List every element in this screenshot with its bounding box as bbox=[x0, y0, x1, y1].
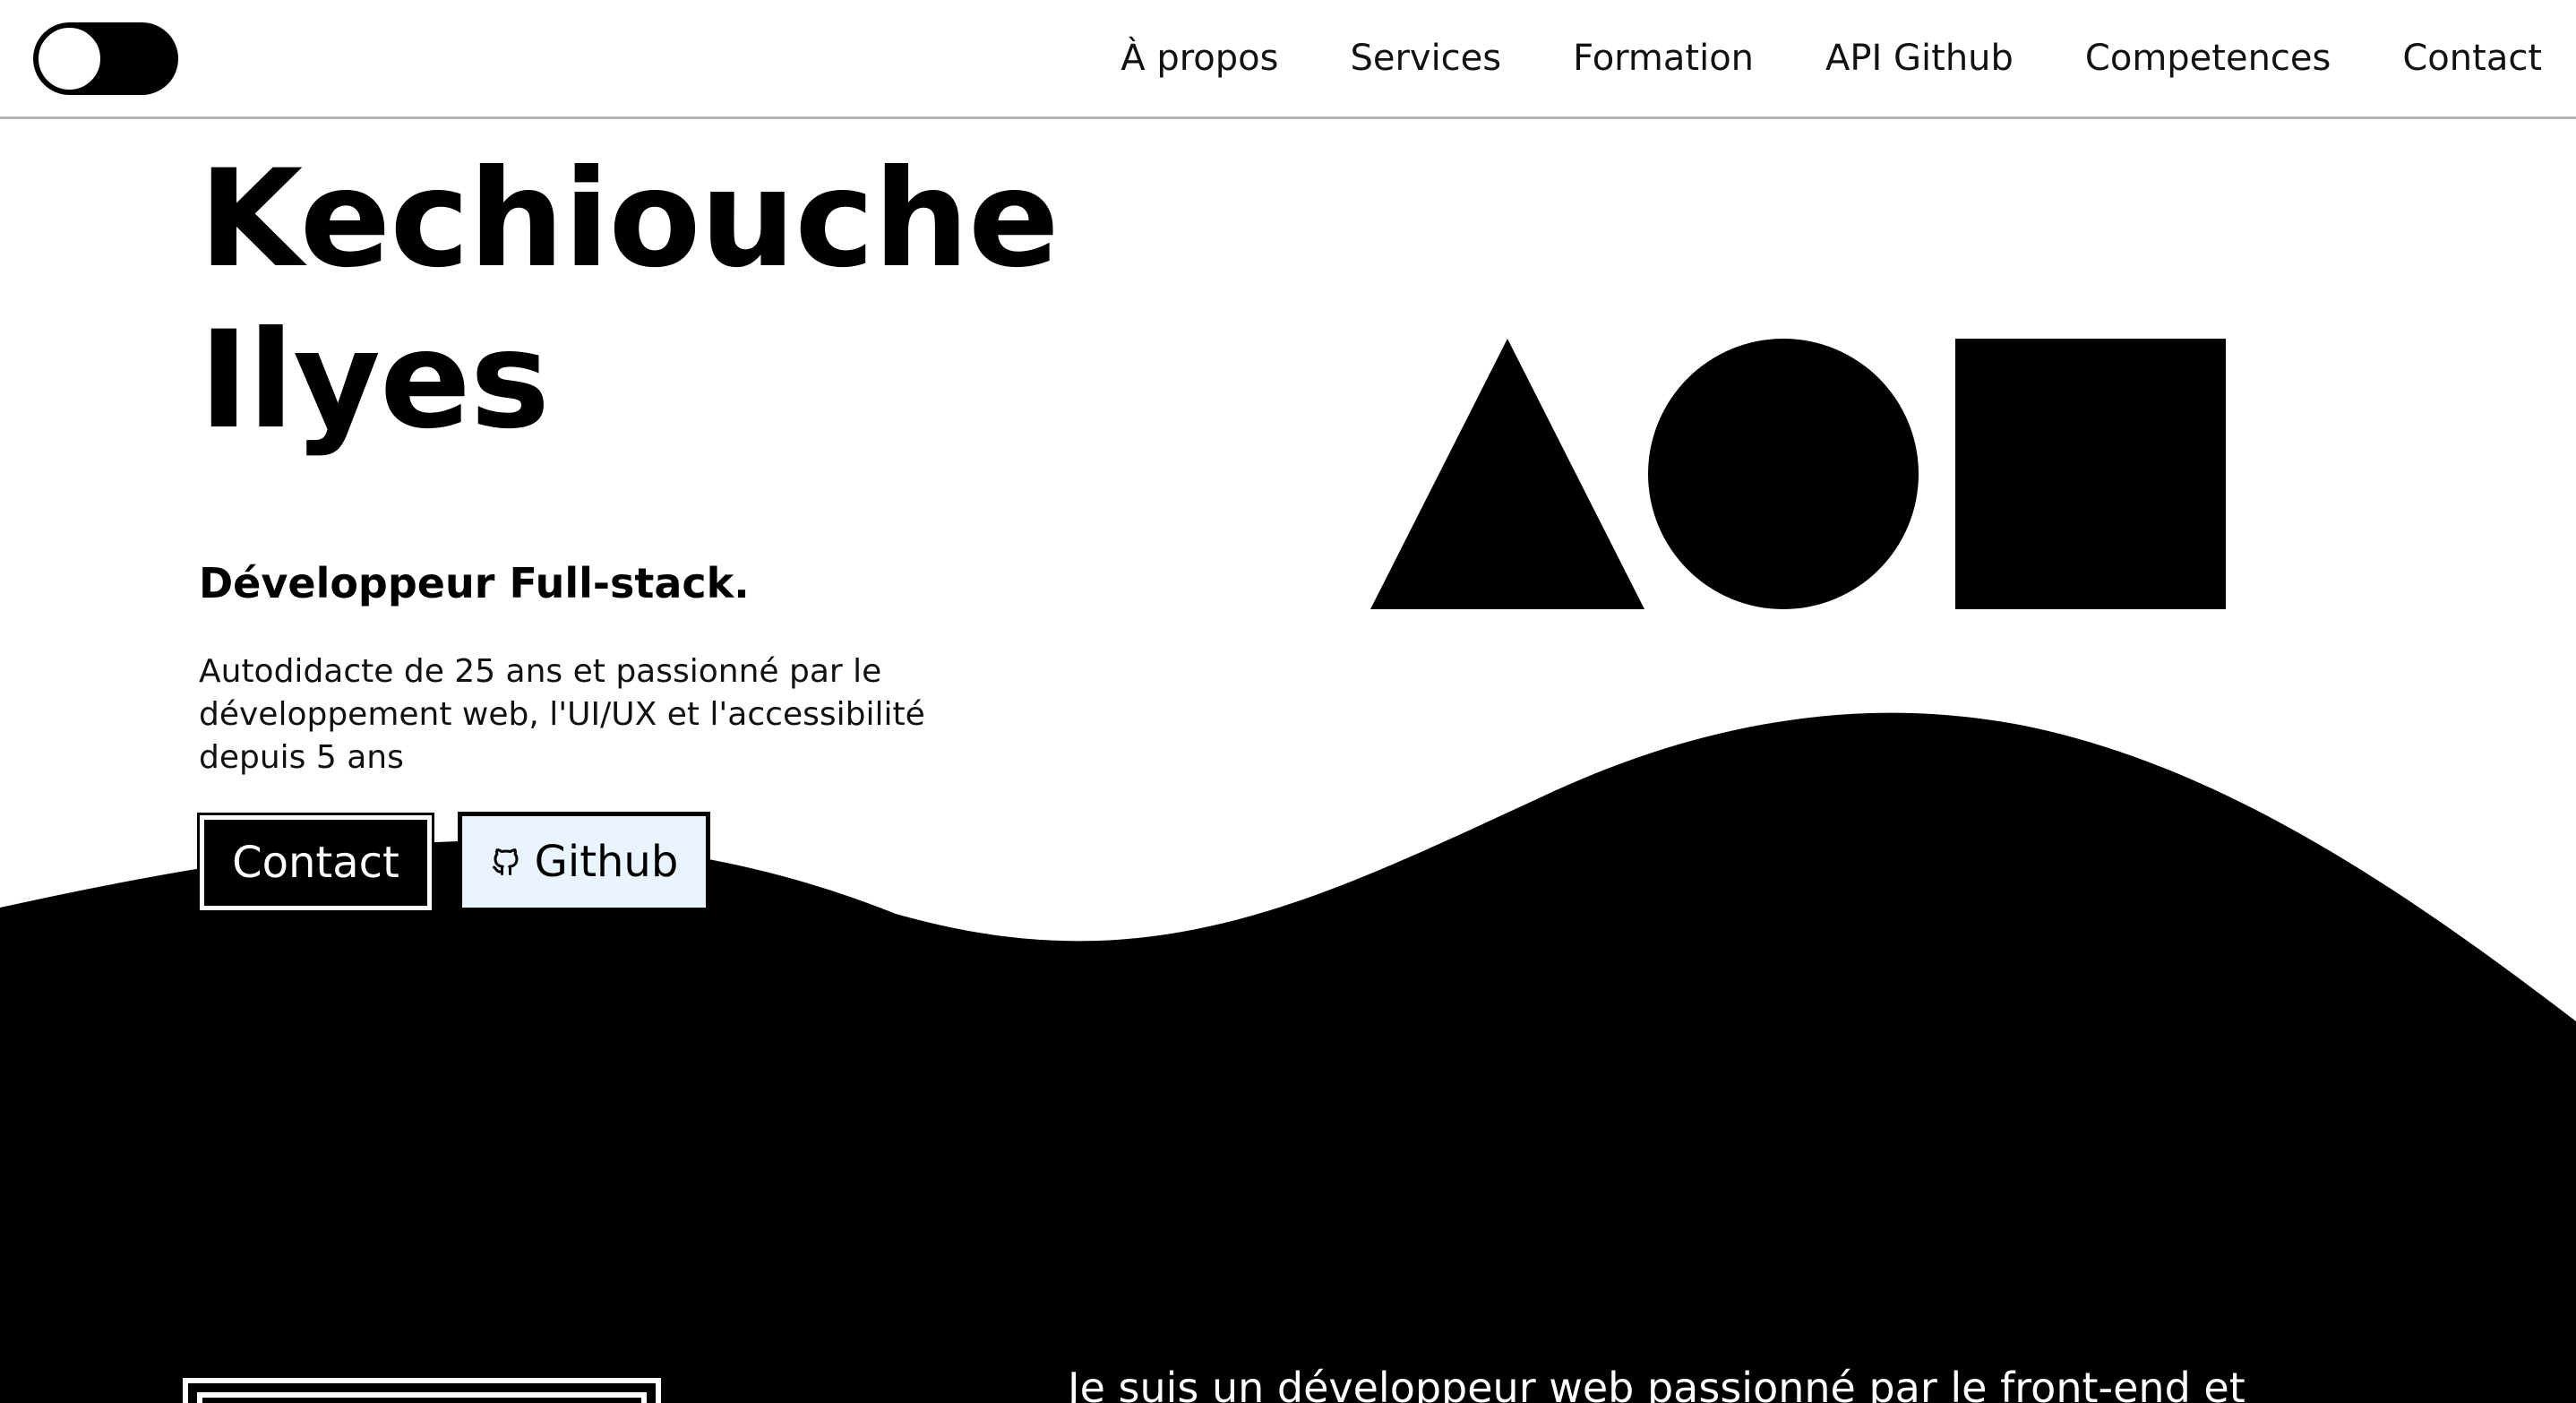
hero-name-line-1: Kechiouche bbox=[199, 142, 1060, 297]
nav-links: À propos Services Formation API Github C… bbox=[1121, 0, 2542, 116]
profile-image-frame-inner bbox=[197, 1392, 647, 1403]
about-intro-text: Je suis un développeur web passionné par… bbox=[1068, 1364, 2245, 1403]
hero-name: Kechiouche Ilyes bbox=[199, 139, 1095, 461]
nav-link-competences[interactable]: Competences bbox=[2085, 38, 2331, 79]
hero-role: Développeur Full-stack. bbox=[199, 559, 750, 607]
theme-toggle-knob bbox=[37, 26, 102, 91]
profile-image-frame bbox=[183, 1378, 661, 1403]
nav-link-api-github[interactable]: API Github bbox=[1825, 38, 2014, 79]
nav-link-formation[interactable]: Formation bbox=[1573, 38, 1754, 79]
github-button-label: Github bbox=[534, 837, 679, 887]
nav-link-services[interactable]: Services bbox=[1350, 38, 1501, 79]
hero-name-line-2: Ilyes bbox=[199, 303, 550, 459]
page: À propos Services Formation API Github C… bbox=[0, 0, 2576, 1403]
contact-button[interactable]: Contact bbox=[197, 813, 434, 913]
wave-divider bbox=[0, 712, 2576, 1403]
nav-link-contact[interactable]: Contact bbox=[2402, 38, 2542, 79]
triangle-shape bbox=[1370, 339, 1644, 609]
square-shape bbox=[1955, 339, 2226, 609]
github-icon bbox=[492, 848, 519, 875]
nav-link-a-propos[interactable]: À propos bbox=[1121, 38, 1278, 79]
theme-toggle-switch[interactable] bbox=[33, 22, 178, 95]
navbar: À propos Services Formation API Github C… bbox=[0, 0, 2576, 119]
contact-button-label: Contact bbox=[232, 838, 399, 888]
hero-shapes bbox=[1370, 339, 2226, 609]
github-button[interactable]: Github bbox=[458, 812, 710, 912]
circle-shape bbox=[1648, 339, 1919, 609]
